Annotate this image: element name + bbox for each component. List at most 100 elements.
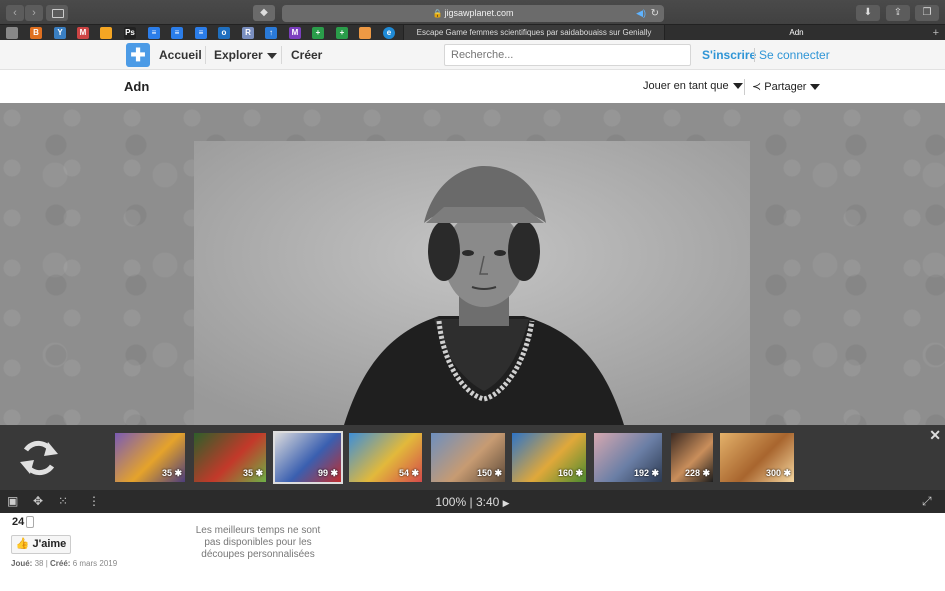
favicon-14-icon[interactable]: + bbox=[312, 27, 324, 39]
thumbnail-piece-count: 35 ✱ bbox=[242, 468, 263, 478]
share-label: Partager bbox=[764, 81, 807, 93]
nav-divider bbox=[281, 46, 282, 64]
tab-bar: B Y M Ps ≡ ≡ ≡ o R ↑ M + + e Escape Game… bbox=[0, 24, 945, 41]
tab-adn[interactable]: Adn bbox=[664, 25, 928, 41]
signup-link[interactable]: S'inscrire bbox=[702, 48, 756, 62]
download-button[interactable]: ⬇ bbox=[856, 5, 880, 21]
speaker-icon[interactable]: ◀) bbox=[636, 5, 646, 22]
favicon-6-icon[interactable]: Ps bbox=[124, 27, 136, 39]
favicon-5-icon[interactable] bbox=[100, 27, 112, 39]
thumbnail-piece-count: 99 ✱ bbox=[317, 468, 338, 478]
puzzle-board[interactable] bbox=[0, 103, 945, 425]
played-label: Joué: bbox=[11, 559, 33, 568]
site-navbar: ✚ Accueil Explorer Créer S'inscrire Se c… bbox=[0, 40, 945, 70]
portrait-illustration bbox=[194, 141, 750, 425]
favicon-13-icon[interactable]: M bbox=[289, 27, 301, 39]
fullscreen-icon[interactable]: ⤢ bbox=[922, 494, 932, 509]
favicon-16-icon[interactable] bbox=[359, 27, 371, 39]
thumbnail-piece-count: 300 ✱ bbox=[765, 468, 791, 478]
jigsawplanet-logo-icon[interactable]: ✚ bbox=[126, 43, 150, 67]
bookmark-tag-icon[interactable]: ◆ bbox=[253, 5, 275, 21]
progress-status: 100% | 3:40 ▶ bbox=[0, 495, 945, 509]
played-value: 38 bbox=[34, 559, 44, 568]
favicon-15-icon[interactable]: + bbox=[336, 27, 348, 39]
back-button[interactable]: ‹ bbox=[6, 5, 24, 21]
nav-divider bbox=[205, 46, 206, 64]
favicon-3-icon[interactable]: Y bbox=[54, 27, 66, 39]
thumbs-up-icon: 👍 bbox=[15, 538, 30, 550]
piece-icon bbox=[26, 516, 35, 529]
puzzle-header: Adn Jouer en tant que ≺ Partager bbox=[0, 71, 945, 103]
lock-icon: 🔒 bbox=[432, 9, 443, 18]
gmail-icon[interactable]: M bbox=[77, 27, 89, 39]
like-button[interactable]: 👍 J'aime bbox=[11, 535, 71, 554]
puzzle-thumbnail[interactable]: 35 ✱ bbox=[115, 433, 185, 482]
best-times-note: Les meilleurs temps ne sont pas disponib… bbox=[195, 525, 321, 560]
thumbnail-piece-count: 160 ✱ bbox=[557, 468, 583, 478]
play-as-label: Jouer en tant que bbox=[643, 80, 729, 92]
puzzle-suggestions-strip: 35 ✱ 35 ✱ 99 ✱ 54 ✱ 150 ✱ 160 ✱ 192 ✱ 228 ✱ 300 … bbox=[0, 425, 945, 490]
puzzle-thumbnail[interactable]: 54 ✱ bbox=[349, 433, 422, 482]
play-as-menu[interactable]: Jouer en tant que bbox=[643, 80, 743, 92]
nav-explore-label: Explorer bbox=[214, 48, 263, 62]
new-tab-button[interactable]: + bbox=[933, 25, 939, 41]
puzzle-thumbnail[interactable]: 99 ✱ bbox=[273, 431, 343, 484]
browser-chrome: ‹ › ◆ 🔒 jigsawplanet.com ◀) ↻ ⬇ ⇪ ❐ B Y M… bbox=[0, 0, 945, 41]
puzzle-thumbnail[interactable]: 35 ✱ bbox=[194, 433, 266, 482]
docs-2-icon[interactable]: ≡ bbox=[171, 27, 183, 39]
elapsed-time: 3:40 bbox=[475, 495, 500, 509]
puzzle-meta: Joué: 38 | Créé: 6 mars 2019 bbox=[11, 559, 118, 568]
docs-3-icon[interactable]: ≡ bbox=[195, 27, 207, 39]
address-bar[interactable]: 🔒 jigsawplanet.com ◀) ↻ bbox=[282, 5, 664, 22]
thumbnail-piece-count: 54 ✱ bbox=[398, 468, 419, 478]
puzzle-thumbnail[interactable]: 150 ✱ bbox=[431, 433, 505, 482]
thumbnail-piece-count: 35 ✱ bbox=[161, 468, 182, 478]
favicon-12-icon[interactable]: ↑ bbox=[265, 27, 277, 39]
docs-icon[interactable]: ≡ bbox=[148, 27, 160, 39]
share-icon: ≺ bbox=[752, 81, 762, 93]
outlook-icon[interactable]: o bbox=[218, 27, 230, 39]
puzzle-thumbnail[interactable]: 192 ✱ bbox=[594, 433, 662, 482]
like-label: J'aime bbox=[32, 538, 67, 550]
completion-percent: 100% bbox=[435, 495, 467, 509]
thumbnail-piece-count: 192 ✱ bbox=[633, 468, 659, 478]
favicon-1-icon[interactable] bbox=[6, 27, 18, 39]
piece-count: 24 bbox=[12, 516, 35, 529]
created-label: Créé: bbox=[50, 559, 71, 568]
share-browser-button[interactable]: ⇪ bbox=[886, 5, 910, 21]
header-divider bbox=[744, 79, 745, 95]
auth-divider bbox=[754, 48, 755, 62]
thumbnail-piece-count: 228 ✱ bbox=[684, 468, 710, 478]
status-separator: | bbox=[469, 495, 473, 509]
puzzle-thumbnail[interactable]: 160 ✱ bbox=[512, 433, 586, 482]
play-icon[interactable]: ▶ bbox=[503, 498, 510, 508]
thumbnail-piece-count: 150 ✱ bbox=[476, 468, 502, 478]
favicon-2-icon[interactable]: B bbox=[30, 27, 42, 39]
puzzle-control-bar: ▣ ✥ ⁙ ⋮ 100% | 3:40 ▶ ⤢ bbox=[0, 490, 945, 513]
share-menu[interactable]: ≺ Partager bbox=[752, 80, 821, 93]
search-input[interactable] bbox=[444, 44, 691, 66]
nav-explore-menu[interactable]: Explorer bbox=[214, 48, 277, 62]
puzzle-thumbnail[interactable]: 300 ✱ bbox=[720, 433, 794, 482]
url-text: jigsawplanet.com bbox=[444, 8, 514, 18]
created-value: 6 mars 2019 bbox=[72, 559, 118, 568]
sidebar-toggle-button[interactable] bbox=[46, 5, 68, 21]
forward-button[interactable]: › bbox=[25, 5, 43, 21]
nav-create-link[interactable]: Créer bbox=[291, 48, 322, 62]
chevron-down-icon bbox=[732, 83, 743, 90]
chevron-down-icon bbox=[810, 84, 821, 91]
tab-genially[interactable]: Escape Game femmes scientifiques par sai… bbox=[403, 25, 664, 41]
chevron-down-icon bbox=[266, 52, 277, 59]
favicon-11-icon[interactable]: R bbox=[242, 27, 254, 39]
puzzle-thumbnail[interactable]: 228 ✱ bbox=[671, 433, 713, 482]
close-icon[interactable]: ✕ bbox=[929, 427, 941, 444]
shuffle-icon[interactable] bbox=[18, 438, 60, 478]
page-title: Adn bbox=[124, 79, 150, 94]
reload-icon[interactable]: ↻ bbox=[651, 5, 659, 22]
edge-icon[interactable]: e bbox=[383, 27, 395, 39]
login-link[interactable]: Se connecter bbox=[759, 48, 830, 62]
browser-toolbar: ‹ › ◆ 🔒 jigsawplanet.com ◀) ↻ ⬇ ⇪ ❐ bbox=[0, 3, 945, 23]
tabs-overview-button[interactable]: ❐ bbox=[915, 5, 939, 21]
nav-home-link[interactable]: Accueil bbox=[159, 48, 202, 62]
puzzle-image bbox=[194, 141, 750, 425]
